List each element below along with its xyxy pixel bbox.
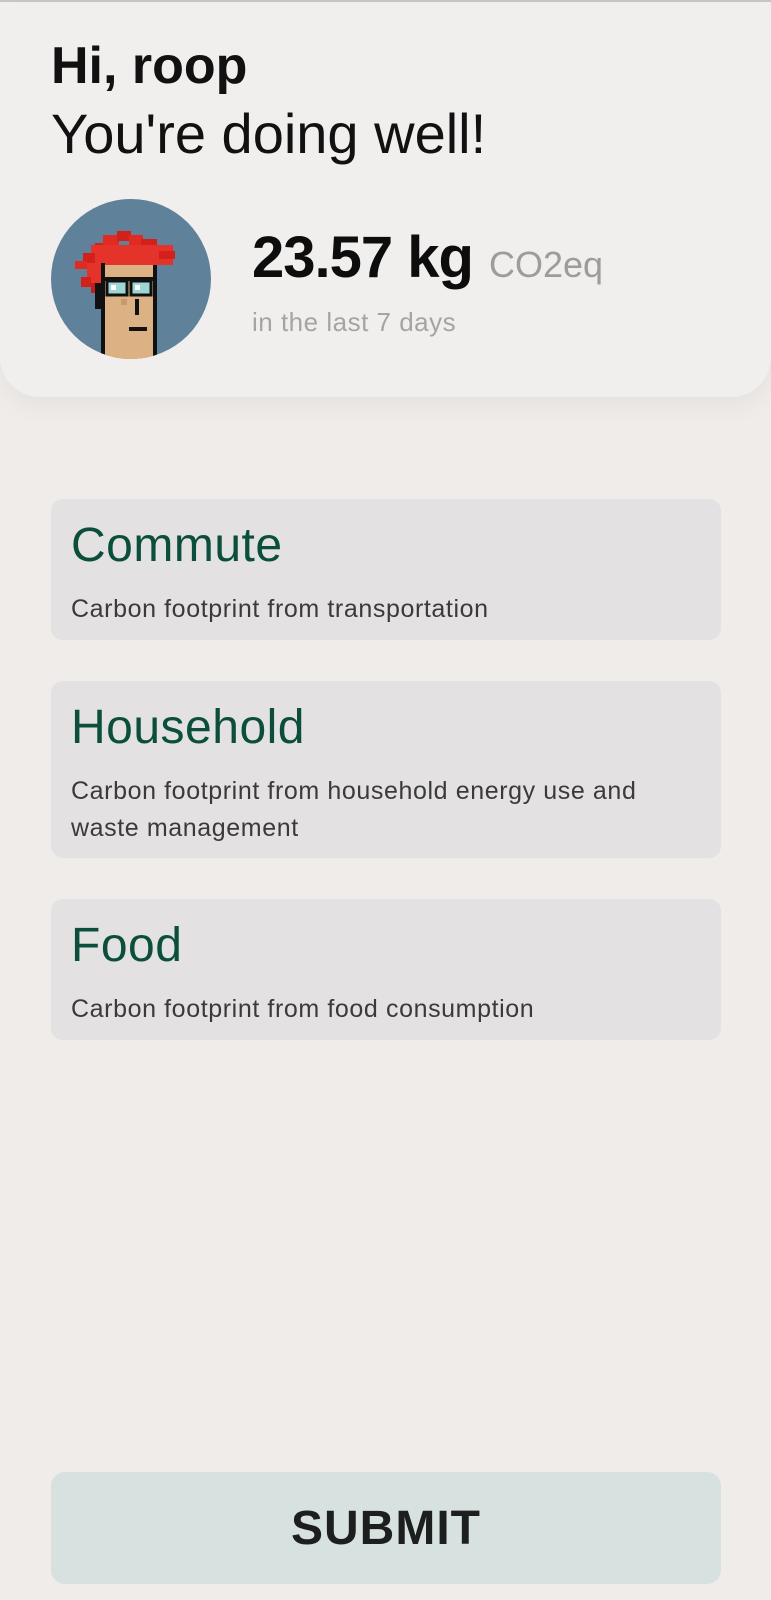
- avatar[interactable]: [51, 199, 211, 359]
- category-description: Carbon footprint from transportation: [71, 595, 489, 623]
- category-description: Carbon footprint from food consumption: [71, 995, 535, 1023]
- greeting-title: Hi, roop: [51, 37, 248, 95]
- summary-header: Hi, roop You're doing well! 23.57 kg CO2…: [0, 2, 771, 397]
- emissions-value: 23.57 kg: [252, 225, 474, 290]
- category-title: Household: [71, 701, 305, 754]
- category-description: Carbon footprint from household energy u…: [71, 777, 637, 842]
- category-card-household[interactable]: Household Carbon footprint from househol…: [51, 681, 721, 858]
- emissions-summary: 23.57 kg CO2eq: [252, 224, 603, 291]
- category-card-food[interactable]: Food Carbon footprint from food consumpt…: [51, 899, 721, 1040]
- submit-button[interactable]: SUBMIT: [51, 1472, 721, 1584]
- category-title: Food: [71, 919, 183, 972]
- pixel-avatar-icon: [75, 231, 175, 359]
- category-title: Commute: [71, 519, 283, 572]
- emissions-period: in the last 7 days: [252, 307, 457, 337]
- status-message: You're doing well!: [51, 102, 487, 165]
- app-screen: Hi, roop You're doing well! 23.57 kg CO2…: [0, 0, 771, 1600]
- emissions-unit: CO2eq: [488, 244, 604, 285]
- category-card-commute[interactable]: Commute Carbon footprint from transporta…: [51, 499, 721, 640]
